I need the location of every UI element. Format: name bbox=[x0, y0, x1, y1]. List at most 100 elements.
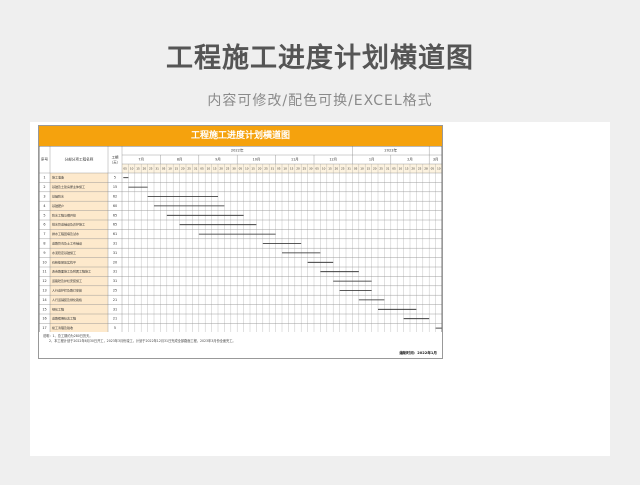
day-label: 20 bbox=[219, 167, 223, 171]
day-label: 20 bbox=[181, 167, 185, 171]
gantt-grid: 序号 分部分项工程名称 工期 （天） 2022年 2023年 7月 05 10 15 20 25 31 8… bbox=[38, 145, 443, 336]
day-label: 10 bbox=[245, 167, 249, 171]
day-label: 15 bbox=[367, 167, 371, 171]
header-item: 分部分项工程名称 bbox=[65, 157, 94, 162]
row-duration: 31 bbox=[113, 307, 117, 311]
day-label: 15 bbox=[328, 167, 332, 171]
day-label: 28 bbox=[424, 167, 428, 171]
month-label: 12月 bbox=[329, 158, 337, 162]
day-label: 25 bbox=[379, 167, 383, 171]
month-label: 8月 bbox=[177, 158, 183, 162]
day-label: 31 bbox=[194, 167, 198, 171]
day-label: 05 bbox=[431, 167, 435, 171]
day-label: 31 bbox=[155, 167, 159, 171]
row-duration: 31 bbox=[113, 251, 117, 255]
row-duration: 25 bbox=[113, 289, 117, 293]
month-label: 1月 bbox=[369, 158, 375, 162]
day-label: 25 bbox=[149, 167, 153, 171]
day-label: 31 bbox=[347, 167, 351, 171]
month-label: 2月 bbox=[407, 158, 413, 162]
day-label: 20 bbox=[143, 167, 147, 171]
row-name: 施工准备 bbox=[52, 175, 64, 180]
day-label: 10 bbox=[130, 167, 134, 171]
row-no: 3 bbox=[43, 195, 45, 199]
row-no: 4 bbox=[43, 204, 45, 208]
row-duration: 61 bbox=[113, 232, 117, 236]
row-name: 防水工程与槽开挖 bbox=[52, 212, 76, 217]
day-label: 31 bbox=[386, 167, 390, 171]
row-no: 16 bbox=[42, 317, 46, 321]
row-no: 17 bbox=[42, 326, 46, 330]
day-label: 30 bbox=[232, 167, 236, 171]
row-name: 沥青路面施工及附属工程施工 bbox=[52, 269, 91, 274]
row-duration: 5 bbox=[114, 326, 116, 330]
note-line-2: 2、本工程计划于2022年6月30日开工，2023年3月份竣工，计划于2022年… bbox=[49, 339, 236, 343]
row-no: 15 bbox=[42, 307, 46, 311]
day-label: 05 bbox=[162, 167, 166, 171]
day-label: 15 bbox=[213, 167, 217, 171]
day-label: 15 bbox=[405, 167, 409, 171]
day-label: 10 bbox=[283, 167, 287, 171]
gantt-svg: 序号 分部分项工程名称 工期（天）2022年 2023年7月05 10 15 20 25 318… bbox=[38, 145, 443, 334]
day-label: 10 bbox=[207, 167, 211, 171]
row-duration: 20 bbox=[113, 260, 117, 264]
row-no: 14 bbox=[42, 298, 46, 302]
day-label: 15 bbox=[251, 167, 255, 171]
day-label: 25 bbox=[303, 167, 307, 171]
day-label: 10 bbox=[168, 167, 172, 171]
row-name: 石粉垫层压实找平 bbox=[52, 259, 76, 264]
row-no: 5 bbox=[43, 213, 45, 217]
day-label: 20 bbox=[335, 167, 339, 171]
row-name: 道路砼及护栏安装施工 bbox=[52, 278, 82, 283]
row-no: 8 bbox=[43, 242, 45, 246]
row-no: 9 bbox=[43, 251, 45, 255]
row-name: 基础肥户 bbox=[52, 203, 64, 208]
row-no: 7 bbox=[43, 232, 45, 236]
row-no: 2 bbox=[43, 185, 45, 189]
sign-date: 编制时间：2022年1月 bbox=[399, 351, 437, 355]
day-label: 20 bbox=[296, 167, 300, 171]
row-no: 13 bbox=[42, 289, 46, 293]
day-label: 05 bbox=[123, 167, 127, 171]
row-no: 6 bbox=[43, 223, 45, 227]
row-name: 道路照明标志工程 bbox=[52, 316, 76, 321]
gantt-title: 工程施工进度计划横道图 bbox=[39, 126, 442, 146]
month-label: 3月 bbox=[433, 158, 439, 162]
row-name: 排水工程回填及试水 bbox=[52, 231, 79, 236]
row-duration: 21 bbox=[113, 317, 117, 321]
day-label: 05 bbox=[200, 167, 204, 171]
row-name: 水泥稳定基础施工 bbox=[52, 250, 76, 255]
day-label: 20 bbox=[411, 167, 415, 171]
month-label: 10月 bbox=[253, 158, 261, 162]
row-duration: 65 bbox=[113, 223, 117, 227]
row-no: 1 bbox=[43, 176, 45, 180]
day-label: 25 bbox=[341, 167, 345, 171]
day-label: 25 bbox=[226, 167, 230, 171]
row-name: 绿化工程 bbox=[52, 306, 64, 311]
row-no: 12 bbox=[42, 279, 46, 283]
day-label: 05 bbox=[315, 167, 319, 171]
day-label: 05 bbox=[277, 167, 281, 171]
row-duration: 15 bbox=[113, 185, 117, 189]
day-label: 05 bbox=[239, 167, 243, 171]
page-title: 工程施工进度计划横道图 bbox=[166, 43, 474, 74]
month-label: 9月 bbox=[215, 158, 221, 162]
row-no: 11 bbox=[42, 270, 46, 274]
header-duration-unit: （天） bbox=[110, 160, 120, 165]
row-name: 基础防水 bbox=[52, 194, 64, 199]
day-label: 15 bbox=[175, 167, 179, 171]
day-label: 25 bbox=[418, 167, 422, 171]
day-label: 15 bbox=[290, 167, 294, 171]
row-name: 道路管沟及土工布铺设 bbox=[52, 241, 82, 246]
notes: 说明：1、总工期约为280日历天。 2、本工程计划于2022年6月30日开工，2… bbox=[43, 334, 236, 344]
spreadsheet-canvas: 工程施工进度计划横道图 序号 分部分项工程名称 工期 （天） 2022年 2023年 7月 0… bbox=[30, 122, 610, 456]
page-subtitle: 内容可修改/配色可换/EXCEL格式 bbox=[207, 93, 433, 109]
row-duration: 31 bbox=[113, 242, 117, 246]
day-label: 25 bbox=[187, 167, 191, 171]
day-label: 10 bbox=[322, 167, 326, 171]
day-label: 10 bbox=[437, 167, 441, 171]
header-no: 序号 bbox=[41, 157, 49, 162]
month-label: 11月 bbox=[291, 158, 299, 162]
day-label: 10 bbox=[399, 167, 403, 171]
day-label: 15 bbox=[136, 167, 140, 171]
